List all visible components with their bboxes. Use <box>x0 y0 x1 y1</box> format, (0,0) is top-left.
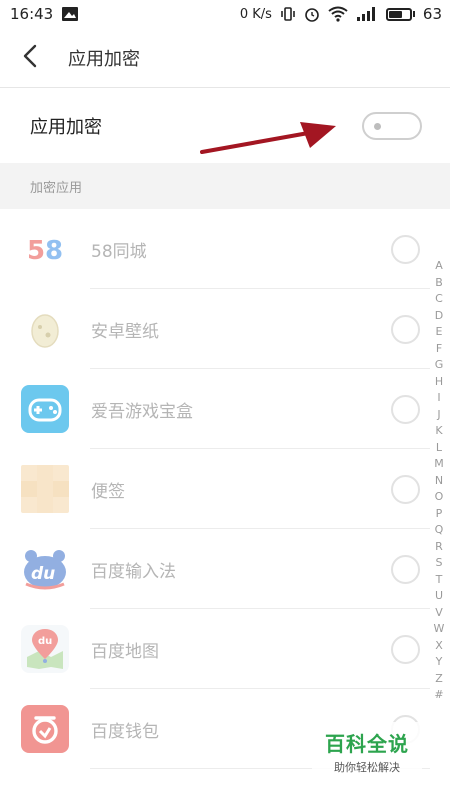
index-letter[interactable]: J <box>437 407 440 424</box>
select-circle[interactable] <box>391 635 420 664</box>
note-icon <box>21 465 69 513</box>
app-name: 百度输入法 <box>91 561 176 582</box>
index-letter[interactable]: V <box>435 605 443 622</box>
title-bar: 应用加密 <box>0 28 450 88</box>
egg-icon <box>21 305 69 353</box>
svg-text:du: du <box>38 636 52 647</box>
list-item[interactable]: du 百度输入法 <box>0 529 430 609</box>
select-circle[interactable] <box>391 475 420 504</box>
list-item[interactable]: 爱吾游戏宝盒 <box>0 369 430 449</box>
chevron-left-icon <box>23 44 37 72</box>
index-letter[interactable]: W <box>434 621 445 638</box>
index-letter[interactable]: N <box>435 473 443 490</box>
58-icon: 58 <box>21 225 69 273</box>
index-letter[interactable]: Y <box>436 654 443 671</box>
index-letter[interactable]: I <box>437 390 440 407</box>
section-header-label: 加密应用 <box>30 180 83 196</box>
index-letter[interactable]: X <box>435 638 443 655</box>
select-circle[interactable] <box>391 395 420 424</box>
list-item[interactable]: 58 58同城 <box>0 209 430 289</box>
battery-icon <box>385 7 415 21</box>
index-letter[interactable]: H <box>435 374 443 391</box>
list-item[interactable]: 安卓壁纸 <box>0 289 430 369</box>
wallet-icon <box>21 705 69 753</box>
map-icon: du <box>21 625 69 673</box>
battery-level: 63 <box>422 5 442 23</box>
index-letter[interactable]: Q <box>435 522 444 539</box>
index-letter[interactable]: # <box>434 687 443 704</box>
index-letter[interactable]: Z <box>435 671 443 688</box>
vibrate-icon <box>280 6 296 22</box>
wifi-icon <box>328 6 348 22</box>
index-letter[interactable]: P <box>436 506 443 523</box>
select-circle[interactable] <box>391 235 420 264</box>
index-letter[interactable]: T <box>436 572 443 589</box>
svg-text:8: 8 <box>45 236 63 264</box>
app-name: 百度地图 <box>91 641 159 662</box>
list-item[interactable]: du 百度地图 <box>0 609 430 689</box>
index-letter[interactable]: U <box>435 588 443 605</box>
page-title: 应用加密 <box>68 48 140 70</box>
svg-text:5: 5 <box>27 236 45 264</box>
watermark-subtitle: 助你轻松解决 <box>334 761 400 774</box>
net-speed: 0 K/s <box>239 6 272 22</box>
watermark-title: 百科全说 <box>325 732 409 756</box>
status-right: 0 K/s 63 <box>240 5 442 23</box>
app-name: 58同城 <box>91 241 147 262</box>
index-letter[interactable]: G <box>435 357 444 374</box>
section-header: 加密应用 <box>0 163 450 209</box>
status-bar: 16:43 0 K/s 63 <box>0 0 450 28</box>
app-name: 便签 <box>91 481 125 502</box>
index-letter[interactable]: K <box>435 423 442 440</box>
gamepad-icon <box>21 385 69 433</box>
app-lock-toggle[interactable] <box>362 111 422 140</box>
toggle-knob <box>374 122 381 130</box>
signal-icon <box>356 6 378 22</box>
app-lock-label: 应用加密 <box>30 116 102 138</box>
app-name: 爱吾游戏宝盒 <box>91 401 193 422</box>
index-letter[interactable]: M <box>434 456 444 473</box>
index-letter[interactable]: F <box>436 341 442 358</box>
index-letter[interactable]: L <box>436 440 442 457</box>
du-icon: du <box>21 545 69 593</box>
list-item[interactable]: 便签 <box>0 449 430 529</box>
svg-text:du: du <box>31 564 55 584</box>
status-time: 16:43 <box>10 5 54 23</box>
red-arrow-annotation <box>200 122 336 154</box>
select-circle[interactable] <box>391 555 420 584</box>
status-left: 16:43 <box>10 5 79 23</box>
index-letter[interactable]: O <box>435 489 444 506</box>
index-letter[interactable]: E <box>436 324 443 341</box>
alphabet-index[interactable]: A B C D E F G H I J K L M N O P Q R S T U V W X Y Z # <box>432 258 446 704</box>
index-letter[interactable]: C <box>435 291 443 308</box>
index-letter[interactable]: R <box>435 539 443 556</box>
index-letter[interactable]: A <box>435 258 443 275</box>
watermark-logo: 百科全说 助你轻松解决 <box>312 722 422 778</box>
app-name: 安卓壁纸 <box>91 321 159 342</box>
alarm-icon <box>304 6 320 22</box>
index-letter[interactable]: D <box>435 308 443 325</box>
image-icon <box>61 6 79 22</box>
index-letter[interactable]: B <box>435 275 443 292</box>
select-circle[interactable] <box>391 315 420 344</box>
app-list: 58 58同城 安卓壁纸 爱吾游戏宝盒 便签 du 百度输入法 du 百度地图 … <box>0 209 430 769</box>
app-name: 百度钱包 <box>91 721 159 742</box>
back-button[interactable] <box>0 28 60 88</box>
index-letter[interactable]: S <box>436 555 443 572</box>
